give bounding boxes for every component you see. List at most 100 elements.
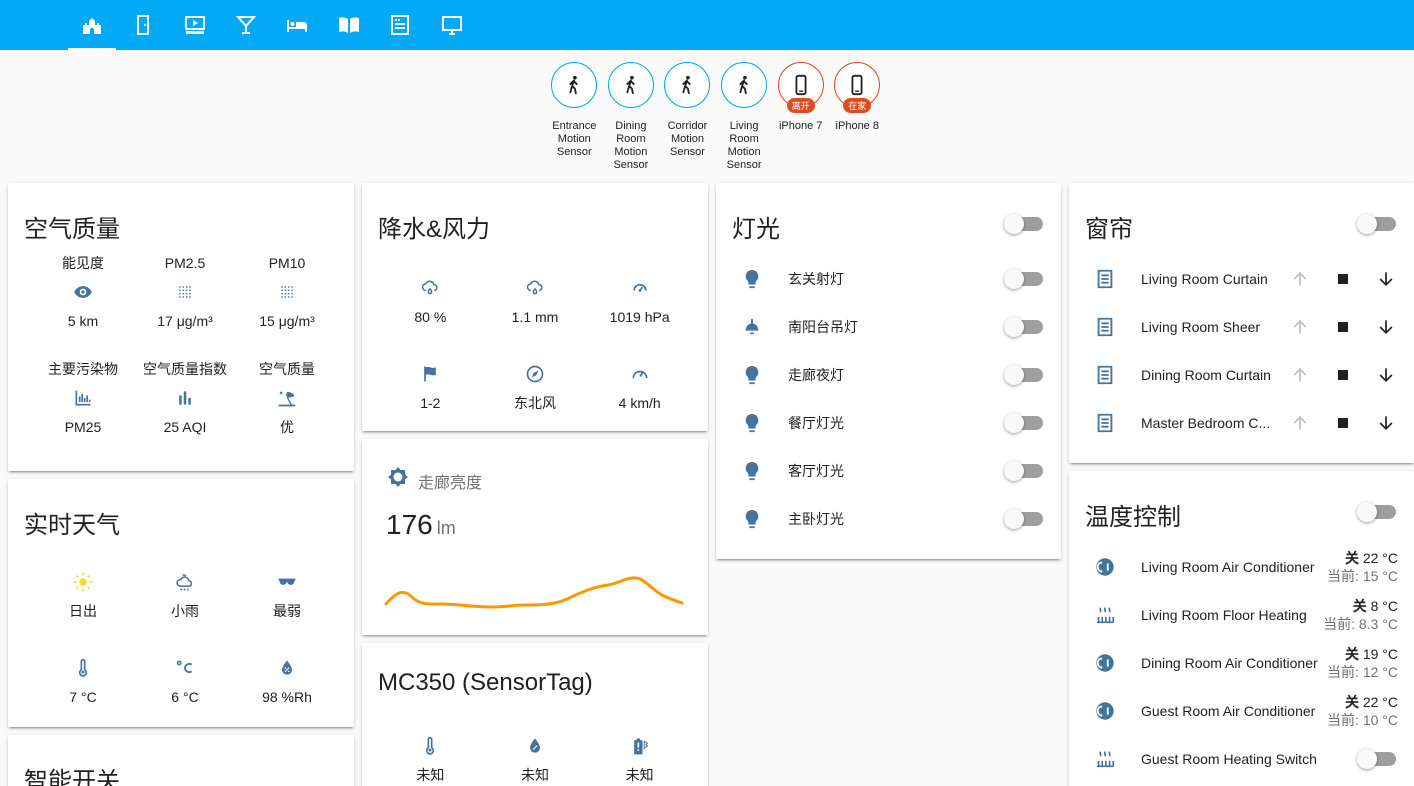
curtain-row[interactable]: Living Room Sheer (1069, 303, 1414, 351)
light-row[interactable]: 玄关射灯 (716, 255, 1061, 303)
curtain-row[interactable]: Master Bedroom C... (1069, 399, 1414, 447)
book-open-icon (339, 17, 359, 33)
pressure[interactable]: 1019 hPa (587, 269, 692, 327)
weather-card: 实时天气 日出 小雨 最弱 7 °C 6 °C 98 %Rh (8, 479, 354, 727)
cover-open-button[interactable] (1288, 315, 1312, 339)
radiator-icon (1096, 607, 1115, 624)
climate-row[interactable]: Living Room Air Conditioner 关 22 °C 当前: … (1069, 543, 1414, 591)
light-toggle[interactable] (1004, 509, 1043, 529)
badge-circle: 在家 (834, 62, 881, 113)
weather-uv[interactable]: 最弱 (236, 563, 338, 621)
tab-home[interactable] (68, 0, 116, 50)
badge-dining-motion[interactable]: Dining Room Motion Sensor (603, 62, 660, 172)
cell-value: 未知 (416, 767, 445, 783)
cover-stop-button[interactable] (1331, 411, 1355, 435)
light-row[interactable]: 走廊夜灯 (716, 351, 1061, 399)
cover-stop-button[interactable] (1331, 267, 1355, 291)
light-toggle[interactable] (1004, 461, 1043, 481)
weather-temperature[interactable]: 7 °C (32, 649, 134, 707)
cover-open-button[interactable] (1288, 363, 1312, 387)
weather-row-1: 日出 小雨 最弱 (32, 563, 338, 621)
tab-entrance[interactable] (119, 0, 167, 50)
air-main-pollutant[interactable]: 主要污染物 PM25 (32, 359, 134, 437)
tab-bar[interactable] (222, 0, 270, 50)
sensortag-humidity[interactable]: 未知 (483, 727, 588, 785)
weather-humidity[interactable]: 98 %Rh (236, 649, 338, 707)
curtains-master-toggle[interactable] (1357, 214, 1396, 234)
tab-appliances[interactable] (376, 0, 424, 50)
cover-close-button[interactable] (1374, 363, 1398, 387)
gauge-icon (632, 283, 647, 292)
badge-iphone8[interactable]: 在家 iPhone 8 (829, 62, 886, 172)
wind-level[interactable]: 1-2 (378, 355, 483, 413)
cell-value: 日出 (69, 603, 97, 619)
sensortag-temperature[interactable]: 未知 (378, 727, 483, 785)
badge-iphone7[interactable]: 离开 iPhone 7 (772, 62, 829, 172)
light-toggle[interactable] (1004, 365, 1043, 385)
walk-icon (682, 75, 692, 95)
climate-mode: 关 (1344, 550, 1359, 566)
light-toggle[interactable] (1004, 269, 1043, 289)
tab-theater[interactable] (171, 0, 219, 50)
badge-corridor-motion[interactable]: Corridor Motion Sensor (659, 62, 716, 172)
cover-close-button[interactable] (1374, 315, 1398, 339)
wind-direction[interactable]: 东北风 (483, 355, 588, 413)
curtains-card: 窗帘 Living Room Curtain Living Room Sheer… (1069, 183, 1414, 463)
light-toggle[interactable] (1004, 413, 1043, 433)
cover-close-button[interactable] (1374, 411, 1398, 435)
dots-grid-icon (281, 286, 293, 298)
lights-master-toggle[interactable] (1004, 214, 1043, 234)
cover-stop-button[interactable] (1331, 363, 1355, 387)
lightbulb-icon (745, 269, 759, 289)
weather-sun[interactable]: 日出 (32, 563, 134, 621)
climate-master-toggle[interactable] (1357, 502, 1396, 522)
climate-row[interactable]: Guest Room Air Conditioner 关 22 °C 当前: 1… (1069, 687, 1414, 735)
air-quality[interactable]: 空气质量 优 (236, 359, 338, 437)
light-row[interactable]: 客厅灯光 (716, 447, 1061, 495)
rain-amount[interactable]: 1.1 mm (483, 269, 588, 327)
air-aqi[interactable]: 空气质量指数 25 AQI (134, 359, 236, 437)
weather-feels-like[interactable]: 6 °C (134, 649, 236, 707)
badge-living-motion[interactable]: Living Room Motion Sensor (716, 62, 773, 172)
cell-label: 空气质量指数 (143, 361, 227, 377)
climate-current: 当前: 15 °C (1327, 568, 1398, 584)
air-pm25[interactable]: PM2.5 17 μg/m³ (134, 253, 236, 331)
curtain-name: Living Room Curtain (1141, 271, 1268, 287)
badge-entrance-motion[interactable]: Entrance Motion Sensor (546, 62, 603, 172)
cover-close-button[interactable] (1374, 267, 1398, 291)
sensortag-row: 未知 未知 未知 (378, 727, 692, 785)
lightbulb-icon (745, 461, 759, 481)
climate-row[interactable]: Living Room Floor Heating 关 8 °C 当前: 8.3… (1069, 591, 1414, 639)
light-row[interactable]: 南阳台吊灯 (716, 303, 1061, 351)
arrow-up-icon (1293, 319, 1307, 334)
air-conditioner-icon (1096, 702, 1114, 720)
air-visibility[interactable]: 能见度 5 km (32, 253, 134, 331)
climate-row[interactable]: Dining Room Air Conditioner 关 19 °C 当前: … (1069, 639, 1414, 687)
weather-condition[interactable]: 小雨 (134, 563, 236, 621)
air-pm10[interactable]: PM10 15 μg/m³ (236, 253, 338, 331)
sensortag-battery[interactable]: 未知 (587, 727, 692, 785)
curtain-row[interactable]: Dining Room Curtain (1069, 351, 1414, 399)
tab-media[interactable] (428, 0, 476, 50)
light-row[interactable]: 餐厅灯光 (716, 399, 1061, 447)
cover-open-button[interactable] (1288, 267, 1312, 291)
tab-bedroom[interactable] (273, 0, 321, 50)
card-title: 灯光 (732, 216, 780, 243)
heating-switch-toggle[interactable] (1357, 749, 1396, 769)
curtain-row[interactable]: Living Room Curtain (1069, 255, 1414, 303)
rain-probability[interactable]: 80 % (378, 269, 483, 327)
cover-stop-button[interactable] (1331, 315, 1355, 339)
climate-target: 8 °C (1370, 598, 1398, 614)
climate-row[interactable]: Guest Room Heating Switch (1069, 735, 1414, 783)
badge-circle (721, 62, 768, 108)
light-toggle[interactable] (1004, 317, 1043, 337)
wind-speed[interactable]: 4 km/h (587, 355, 692, 413)
brightness-card[interactable]: 走廊亮度 176 lm (362, 439, 708, 635)
light-row[interactable]: 主卧灯光 (716, 495, 1061, 543)
rain-row-1: 80 % 1.1 mm 1019 hPa (378, 269, 692, 327)
climate-name: Guest Room Air Conditioner (1141, 703, 1316, 719)
tab-study[interactable] (325, 0, 373, 50)
sensor-unit: lm (436, 518, 456, 538)
cell-value: 17 μg/m³ (157, 313, 213, 329)
cover-open-button[interactable] (1288, 411, 1312, 435)
